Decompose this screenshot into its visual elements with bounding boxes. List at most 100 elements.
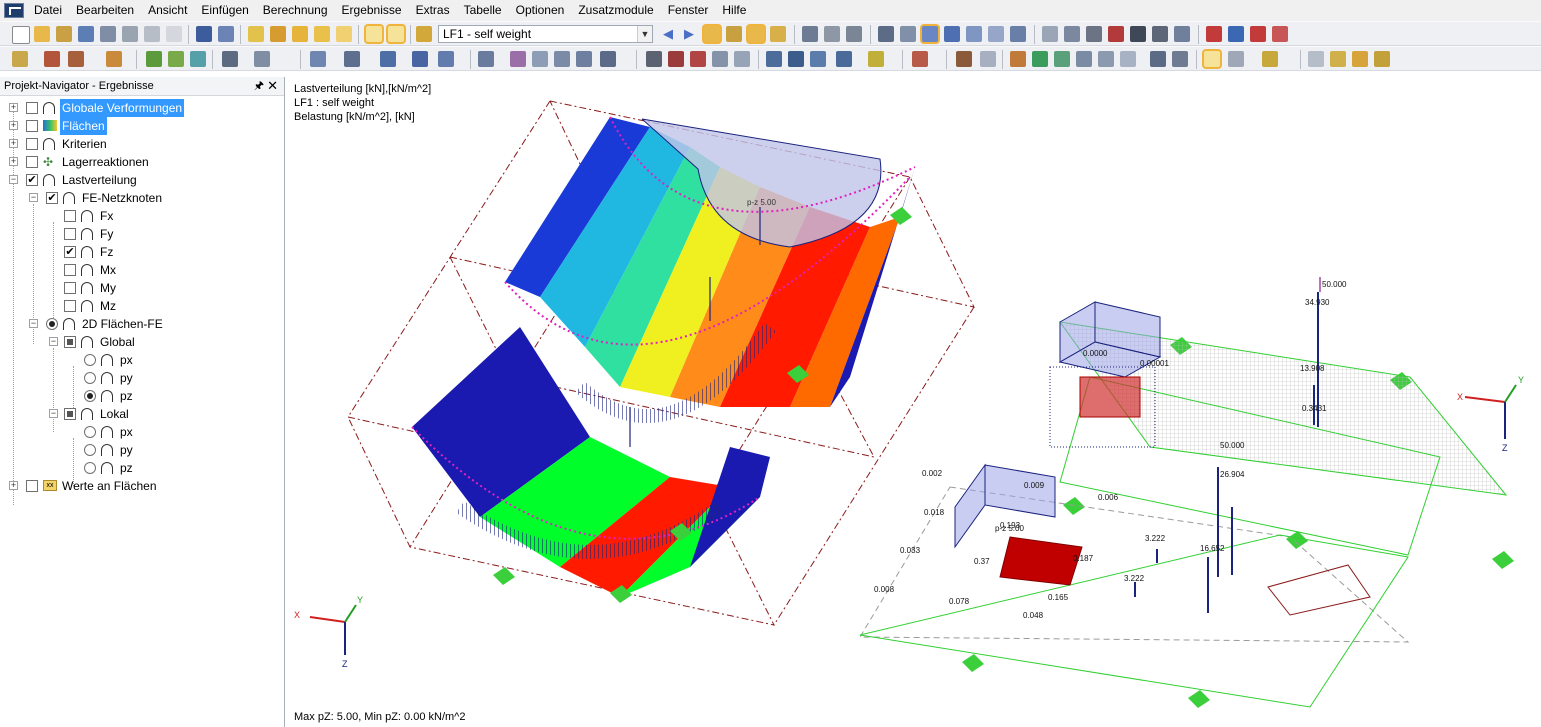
- menu-datei[interactable]: Datei: [34, 0, 69, 21]
- load-case-select[interactable]: LF1 - self weight ▼: [438, 25, 653, 43]
- view-minus-x-icon[interactable]: [836, 51, 852, 67]
- view-y-icon[interactable]: [788, 51, 804, 67]
- new-file-icon[interactable]: [12, 26, 30, 44]
- settings-icon[interactable]: [1174, 26, 1190, 42]
- filter-icon[interactable]: [478, 51, 494, 67]
- menu-ansicht[interactable]: Ansicht: [141, 0, 194, 21]
- tree-item-flaechen[interactable]: + Flächen: [0, 117, 285, 135]
- tree-item-lokal-py[interactable]: py: [0, 441, 285, 459]
- pdf-icon[interactable]: [1272, 26, 1288, 42]
- checkbox-partial[interactable]: [64, 408, 76, 420]
- colors-icon[interactable]: [1032, 51, 1048, 67]
- top-view-icon[interactable]: [412, 51, 428, 67]
- show-results-icon[interactable]: [748, 26, 764, 42]
- select-icon[interactable]: [270, 26, 286, 42]
- mesh-icon[interactable]: [878, 26, 894, 42]
- tree-item-global[interactable]: − Global: [0, 333, 285, 351]
- expand-icon[interactable]: +: [9, 103, 18, 112]
- tree-item-fx[interactable]: Fx: [0, 207, 285, 225]
- info-icon[interactable]: [1130, 26, 1146, 42]
- comment-icon[interactable]: [980, 51, 996, 67]
- visibility-icon[interactable]: [510, 51, 526, 67]
- menu-einfuegen[interactable]: Einfügen: [194, 0, 255, 21]
- tree-item-kriterien[interactable]: + Kriterien: [0, 135, 285, 153]
- checkbox-checked[interactable]: ✔: [26, 174, 38, 186]
- lines-icon[interactable]: [1098, 51, 1114, 67]
- menu-berechnung[interactable]: Berechnung: [256, 0, 335, 21]
- tree-item-2d-flaechen-fe[interactable]: − 2D Flächen-FE: [0, 315, 285, 333]
- panel-icon[interactable]: [1204, 51, 1220, 67]
- tree-item-werte-an-flaechen[interactable]: + xx Werte an Flächen: [0, 477, 285, 495]
- tree-item-global-px[interactable]: px: [0, 351, 285, 369]
- layers-icon[interactable]: [1120, 51, 1136, 67]
- menu-zusatzmodule[interactable]: Zusatzmodule: [571, 0, 660, 21]
- rotate-icon[interactable]: [1064, 26, 1080, 42]
- grid-icon[interactable]: [900, 26, 916, 42]
- radio[interactable]: [84, 462, 96, 474]
- dimension-icon[interactable]: [956, 51, 972, 67]
- checkbox[interactable]: [64, 228, 76, 240]
- lighting-icon[interactable]: [1054, 51, 1070, 67]
- tree-item-global-pz[interactable]: pz: [0, 387, 285, 405]
- animation-icon[interactable]: [802, 26, 818, 42]
- view-x-icon[interactable]: [766, 51, 782, 67]
- collapse-icon[interactable]: −: [9, 175, 18, 184]
- menu-bearbeiten[interactable]: Bearbeiten: [69, 0, 141, 21]
- model-surfaces-icon[interactable]: [190, 51, 206, 67]
- menu-tabelle[interactable]: Tabelle: [457, 0, 509, 21]
- solid-icon[interactable]: [554, 51, 570, 67]
- tree-item-lagerreaktionen[interactable]: + ✣ Lagerreaktionen: [0, 153, 285, 171]
- collapse-icon[interactable]: −: [49, 409, 58, 418]
- frame-icon[interactable]: [344, 51, 360, 67]
- section-icon[interactable]: [824, 26, 840, 42]
- pin-icon[interactable]: [912, 51, 928, 67]
- print-icon[interactable]: [122, 26, 138, 42]
- checkbox[interactable]: [64, 300, 76, 312]
- members-icon[interactable]: [966, 26, 982, 42]
- checkbox[interactable]: [64, 282, 76, 294]
- save-icon[interactable]: [78, 26, 94, 42]
- checkbox[interactable]: [26, 156, 38, 168]
- view-options-icon[interactable]: [868, 51, 884, 67]
- cancel-icon[interactable]: [690, 51, 706, 67]
- tree-item-lokal-px[interactable]: px: [0, 423, 285, 441]
- redo-icon[interactable]: [218, 26, 234, 42]
- expand-icon[interactable]: +: [9, 157, 18, 166]
- view-z-icon[interactable]: [810, 51, 826, 67]
- checkbox[interactable]: [26, 138, 38, 150]
- menu-extras[interactable]: Extras: [409, 0, 457, 21]
- iso-view-icon[interactable]: [380, 51, 396, 67]
- expand-icon[interactable]: +: [9, 139, 18, 148]
- radio[interactable]: [84, 444, 96, 456]
- smoothing-icon[interactable]: [846, 26, 862, 42]
- menu-ergebnisse[interactable]: Ergebnisse: [335, 0, 409, 21]
- tree-item-fy[interactable]: Fy: [0, 225, 285, 243]
- results-on-icon[interactable]: [704, 26, 720, 42]
- box-icon[interactable]: [712, 51, 728, 67]
- radio[interactable]: [84, 426, 96, 438]
- expand-icon[interactable]: +: [9, 121, 18, 130]
- wand-icon[interactable]: [1374, 51, 1390, 67]
- checkbox[interactable]: [64, 264, 76, 276]
- find-icon[interactable]: [314, 26, 330, 42]
- tree-item-mz[interactable]: Mz: [0, 297, 285, 315]
- import-icon[interactable]: [1228, 26, 1244, 42]
- graphics-viewport[interactable]: Lastverteilung [kN],[kN/m^2] LF1 : self …: [290, 77, 1541, 727]
- checkbox-partial[interactable]: [64, 336, 76, 348]
- calculator-icon[interactable]: [1152, 26, 1168, 42]
- nodes-icon[interactable]: [1042, 26, 1058, 42]
- tools-icon[interactable]: [1228, 51, 1244, 67]
- radio-selected[interactable]: [46, 318, 58, 330]
- menu-hilfe[interactable]: Hilfe: [715, 0, 753, 21]
- new-window-icon[interactable]: [336, 26, 352, 42]
- visual-icon[interactable]: [1076, 51, 1092, 67]
- checkbox[interactable]: [64, 210, 76, 222]
- radio[interactable]: [84, 372, 96, 384]
- menu-optionen[interactable]: Optionen: [509, 0, 572, 21]
- next-load-case-icon[interactable]: ▶: [684, 27, 694, 41]
- table-icon[interactable]: [1172, 51, 1188, 67]
- view-dims-icon[interactable]: [254, 51, 270, 67]
- model-members-icon[interactable]: [168, 51, 184, 67]
- tree-item-global-py[interactable]: py: [0, 369, 285, 387]
- view-icon[interactable]: [222, 51, 238, 67]
